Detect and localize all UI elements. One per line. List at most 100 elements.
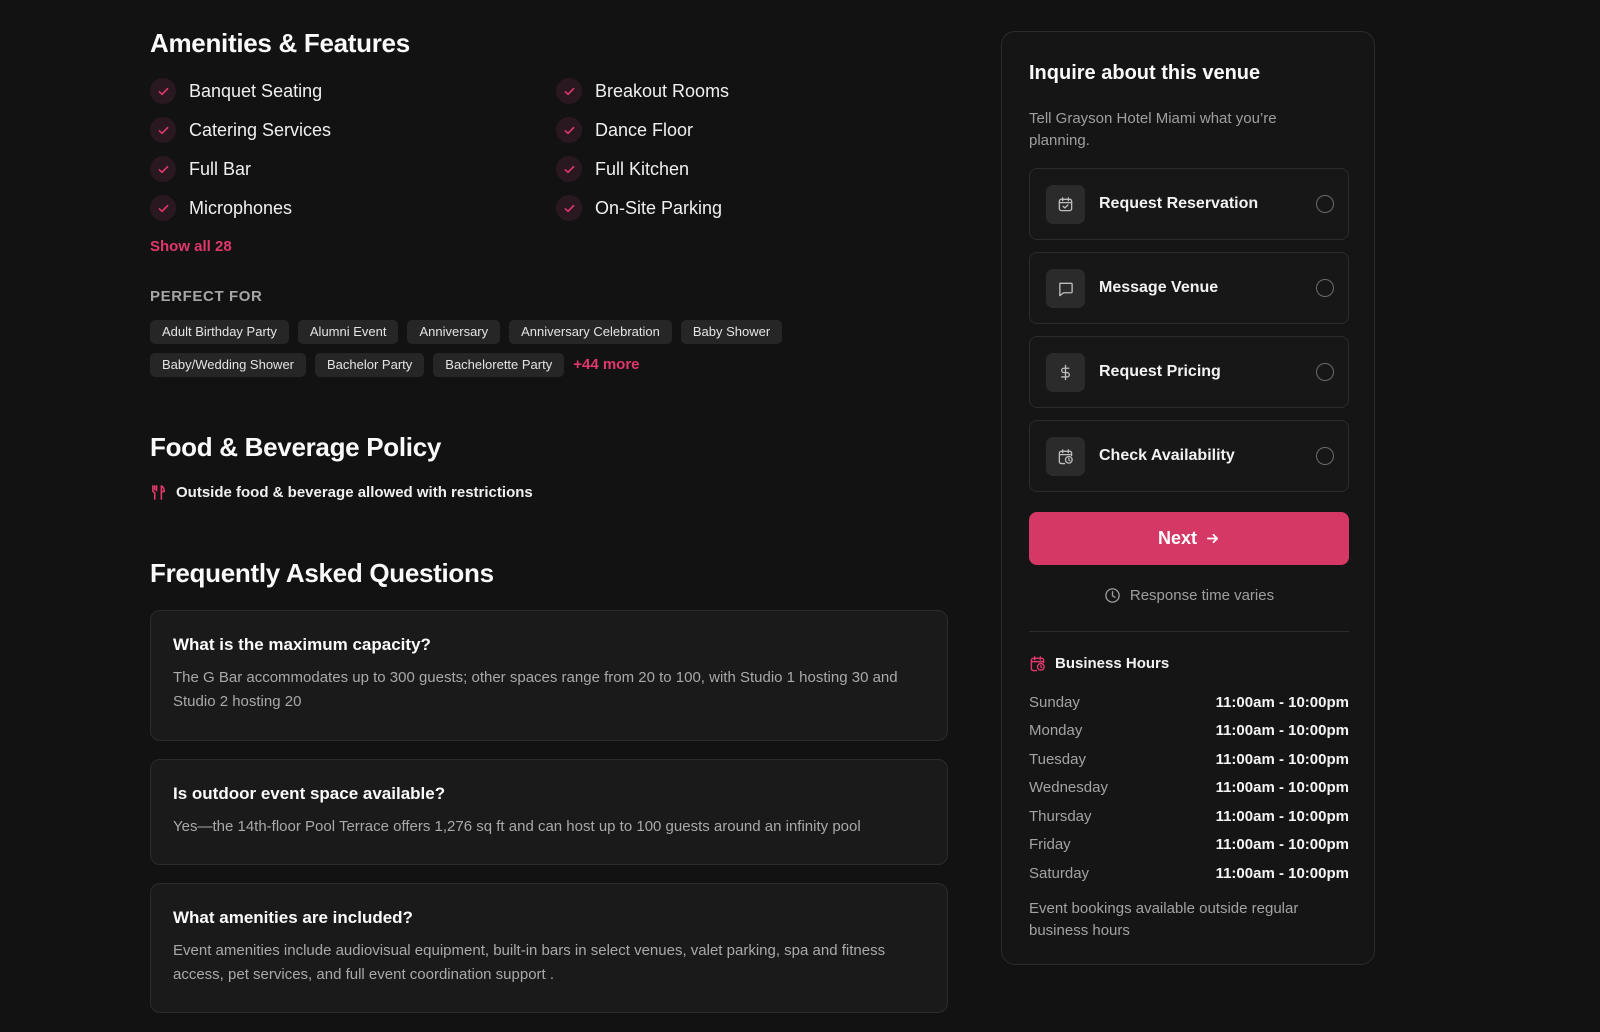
check-icon <box>556 195 582 221</box>
option-label: Check Availability <box>1099 447 1235 464</box>
calendar-check-icon <box>1046 184 1085 224</box>
amenity-label: Microphones <box>189 197 293 218</box>
amenity-item: Full Kitchen <box>556 156 850 182</box>
faq-answer: The G Bar accommodates up to 300 guests;… <box>173 669 898 710</box>
faq-answer: Yes—the 14th-floor Pool Terrace offers 1… <box>173 818 861 835</box>
event-tag: Alumni Event <box>297 320 399 344</box>
event-tag: Baby Shower <box>680 320 783 344</box>
amenity-label: Full Bar <box>189 158 252 179</box>
response-time: Response time varies <box>1029 587 1349 604</box>
option-label: Request Pricing <box>1099 363 1221 380</box>
clock-icon <box>1105 588 1120 603</box>
option-check-availability[interactable]: Check Availability <box>1029 420 1349 492</box>
hours-time: 11:00am - 10:00pm <box>1215 864 1349 882</box>
business-hours-table: Sunday 11:00am - 10:00pm Monday 11:00am - … <box>1029 688 1349 888</box>
divider <box>1029 631 1349 632</box>
hours-day: Monday <box>1029 722 1083 740</box>
amenity-item: Banquet Seating <box>150 78 556 104</box>
check-icon <box>556 78 582 104</box>
calendar-clock-icon <box>1046 436 1085 476</box>
hours-time: 11:00am - 10:00pm <box>1215 693 1349 711</box>
hours-time: 11:00am - 10:00pm <box>1215 807 1349 825</box>
dollar-icon <box>1046 352 1085 392</box>
faq-question: Is outdoor event space available? <box>173 784 446 803</box>
event-tag: Bachelorette Party <box>433 353 565 377</box>
check-icon <box>556 117 582 143</box>
amenity-item: Dance Floor <box>556 117 850 143</box>
faq-item[interactable]: What amenities are included? Event ameni… <box>150 883 948 1013</box>
amenity-label: Banquet Seating <box>189 80 323 101</box>
amenity-item: Full Bar <box>150 156 556 182</box>
faq-question: What is the maximum capacity? <box>173 635 431 654</box>
hours-time: 11:00am - 10:00pm <box>1215 750 1349 768</box>
amenity-item: Microphones <box>150 195 556 221</box>
check-icon <box>150 78 176 104</box>
amenity-label: Breakout Rooms <box>595 80 730 101</box>
hours-day: Tuesday <box>1029 750 1086 768</box>
next-label: Next <box>1157 528 1197 548</box>
event-tag: Anniversary <box>407 320 501 344</box>
business-hours-note: Event bookings available outside regular… <box>1029 900 1299 939</box>
amenity-label: Catering Services <box>189 119 332 140</box>
hours-row: Friday 11:00am - 10:00pm <box>1029 831 1349 860</box>
faq-title: Frequently Asked Questions <box>150 558 494 588</box>
next-button[interactable]: Next <box>1029 512 1349 565</box>
inquiry-title: Inquire about this venue <box>1029 62 1261 84</box>
check-icon <box>150 156 176 182</box>
check-icon <box>150 195 176 221</box>
amenities-list: Banquet Seating Breakout Rooms Catering … <box>150 78 850 221</box>
event-tag: Baby/Wedding Shower <box>150 353 307 377</box>
option-radio[interactable] <box>1316 363 1334 381</box>
hours-row: Tuesday 11:00am - 10:00pm <box>1029 745 1349 774</box>
more-tags-link[interactable]: +44 more <box>573 353 639 377</box>
amenity-label: Full Kitchen <box>595 158 690 179</box>
perfect-for-label: PERFECT FOR <box>150 288 263 305</box>
check-icon <box>150 117 176 143</box>
response-text: Response time varies <box>1129 587 1275 604</box>
message-icon <box>1046 268 1085 308</box>
amenity-label: Dance Floor <box>595 119 694 140</box>
option-request-pricing[interactable]: Request Pricing <box>1029 336 1349 408</box>
check-icon <box>556 156 582 182</box>
event-tag: Adult Birthday Party <box>150 320 289 344</box>
option-label: Request Reservation <box>1099 195 1259 212</box>
calendar-clock-icon <box>1030 656 1045 672</box>
amenity-item: Catering Services <box>150 117 556 143</box>
hours-day: Saturday <box>1029 864 1090 882</box>
faq-answer: Event amenities include audiovisual equi… <box>173 942 886 983</box>
hours-row: Saturday 11:00am - 10:00pm <box>1029 859 1349 888</box>
faq-item[interactable]: Is outdoor event space available? Yes—th… <box>150 759 948 865</box>
event-tag: Bachelor Party <box>315 353 425 377</box>
food-beverage-title: Food & Beverage Policy <box>150 432 442 462</box>
option-message-venue[interactable]: Message Venue <box>1029 252 1349 324</box>
option-radio[interactable] <box>1316 195 1334 213</box>
business-hours-title: Business Hours <box>1055 655 1170 672</box>
amenity-item: On-Site Parking <box>556 195 850 221</box>
hours-day: Thursday <box>1029 807 1092 825</box>
event-tag: Anniversary Celebration <box>509 320 672 344</box>
food-beverage-policy: Outside food & beverage allowed with res… <box>150 484 533 501</box>
inquiry-subtitle: Tell Grayson Hotel Miami what you’re pla… <box>1029 110 1277 149</box>
option-request-reservation[interactable]: Request Reservation <box>1029 168 1349 240</box>
option-radio[interactable] <box>1316 279 1334 297</box>
show-all-amenities-link[interactable]: Show all 28 <box>150 238 232 255</box>
arrow-right-icon <box>1206 533 1219 544</box>
hours-row: Wednesday 11:00am - 10:00pm <box>1029 774 1349 803</box>
hours-row: Monday 11:00am - 10:00pm <box>1029 717 1349 746</box>
utensils-icon <box>152 485 165 500</box>
option-label: Message Venue <box>1099 279 1219 296</box>
perfect-for-tags: Adult Birthday Party Alumni Event Annive… <box>150 320 850 377</box>
hours-row: Thursday 11:00am - 10:00pm <box>1029 802 1349 831</box>
option-radio[interactable] <box>1316 447 1334 465</box>
hours-day: Wednesday <box>1029 779 1108 797</box>
hours-time: 11:00am - 10:00pm <box>1215 722 1349 740</box>
faq-question: What amenities are included? <box>173 908 413 927</box>
hours-day: Friday <box>1029 836 1071 854</box>
business-hours-header: Business Hours <box>1029 655 1169 672</box>
amenity-item: Breakout Rooms <box>556 78 850 104</box>
faq-item[interactable]: What is the maximum capacity? The G Bar … <box>150 610 948 741</box>
hours-day: Sunday <box>1029 693 1080 711</box>
hours-time: 11:00am - 10:00pm <box>1215 836 1349 854</box>
hours-row: Sunday 11:00am - 10:00pm <box>1029 688 1349 717</box>
amenities-title: Amenities & Features <box>150 28 410 58</box>
